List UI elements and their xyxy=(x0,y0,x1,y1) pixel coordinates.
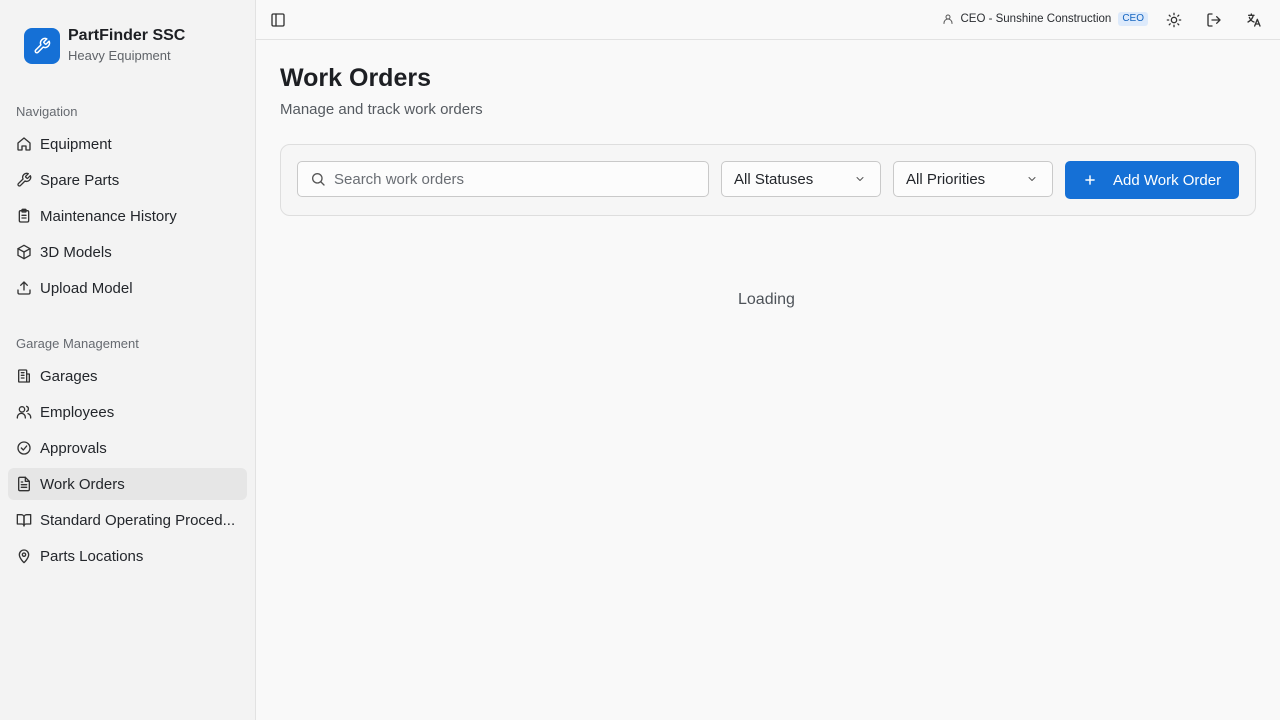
wrench-icon xyxy=(16,172,32,188)
user-menu[interactable]: CEO - Sunshine Construction CEO xyxy=(942,12,1148,26)
sidebar-toggle-icon[interactable] xyxy=(270,12,286,28)
sidebar-item-label: Garages xyxy=(40,367,98,385)
user-icon xyxy=(942,13,954,25)
sidebar: PartFinder SSC Heavy Equipment Navigatio… xyxy=(0,0,256,720)
priority-select[interactable]: All Priorities xyxy=(893,161,1053,197)
sun-icon[interactable] xyxy=(1166,12,1182,28)
wrench-icon xyxy=(24,27,60,64)
check-circle-icon xyxy=(16,440,32,456)
cube-icon xyxy=(16,244,32,260)
status-select-value: All Statuses xyxy=(734,170,814,188)
logout-icon[interactable] xyxy=(1206,12,1222,28)
search-box[interactable] xyxy=(297,161,709,197)
sidebar-item-label: Parts Locations xyxy=(40,547,144,565)
brand-subtitle: Heavy Equipment xyxy=(68,48,171,63)
clipboard-icon xyxy=(16,208,32,224)
upload-icon xyxy=(16,280,32,296)
sidebar-item-label: Work Orders xyxy=(40,475,125,493)
sidebar-item-sop[interactable]: Standard Operating Proced... xyxy=(8,504,247,536)
sidebar-item-approvals[interactable]: Approvals xyxy=(8,432,247,464)
users-icon xyxy=(16,404,32,420)
sidebar-item-3d-models[interactable]: 3D Models xyxy=(8,236,247,268)
search-icon xyxy=(310,171,326,187)
page-subtitle: Manage and track work orders xyxy=(280,101,483,118)
search-input[interactable] xyxy=(334,170,694,188)
sidebar-item-label: Spare Parts xyxy=(40,171,120,189)
home-icon xyxy=(16,136,32,152)
sidebar-item-label: Employees xyxy=(40,403,115,421)
language-icon[interactable] xyxy=(1246,12,1262,28)
sidebar-item-upload-model[interactable]: Upload Model xyxy=(8,272,247,304)
document-icon xyxy=(16,476,32,492)
add-work-order-label: Add Work Order xyxy=(1113,171,1222,189)
loading-indicator: Loading xyxy=(738,291,795,308)
sidebar-item-equipment[interactable]: Equipment xyxy=(8,128,247,160)
sidebar-item-maintenance-history[interactable]: Maintenance History xyxy=(8,200,247,232)
user-name: CEO - Sunshine Construction xyxy=(960,13,1112,25)
brand[interactable]: PartFinder SSC Heavy Equipment xyxy=(24,26,185,65)
nav-group-label-navigation: Navigation xyxy=(16,104,78,119)
sidebar-item-employees[interactable]: Employees xyxy=(8,396,247,428)
chevron-down-icon xyxy=(854,173,866,185)
nav-group-label-garage: Garage Management xyxy=(16,336,139,351)
book-icon xyxy=(16,512,32,528)
sidebar-item-label: Approvals xyxy=(40,439,107,457)
sidebar-item-label: Equipment xyxy=(40,135,112,153)
brand-name: PartFinder SSC xyxy=(68,27,186,44)
topbar: CEO - Sunshine Construction CEO xyxy=(256,0,1280,40)
sidebar-item-work-orders[interactable]: Work Orders xyxy=(8,468,247,500)
sidebar-item-label: 3D Models xyxy=(40,243,112,261)
sidebar-item-spare-parts[interactable]: Spare Parts xyxy=(8,164,247,196)
role-badge: CEO xyxy=(1118,12,1148,26)
map-pin-icon xyxy=(16,548,32,564)
add-work-order-button[interactable]: Add Work Order xyxy=(1065,161,1239,199)
status-select[interactable]: All Statuses xyxy=(721,161,881,197)
filter-bar: All Statuses All Priorities Add Work Ord… xyxy=(280,144,1256,216)
building-icon xyxy=(16,368,32,384)
sidebar-item-label: Standard Operating Proced... xyxy=(40,511,236,529)
page-title: Work Orders xyxy=(280,64,431,92)
chevron-down-icon xyxy=(1026,173,1038,185)
sidebar-item-label: Maintenance History xyxy=(40,207,177,225)
priority-select-value: All Priorities xyxy=(906,170,986,188)
plus-icon xyxy=(1083,173,1097,187)
sidebar-item-garages[interactable]: Garages xyxy=(8,360,247,392)
sidebar-item-label: Upload Model xyxy=(40,279,133,297)
sidebar-item-parts-locations[interactable]: Parts Locations xyxy=(8,540,247,572)
